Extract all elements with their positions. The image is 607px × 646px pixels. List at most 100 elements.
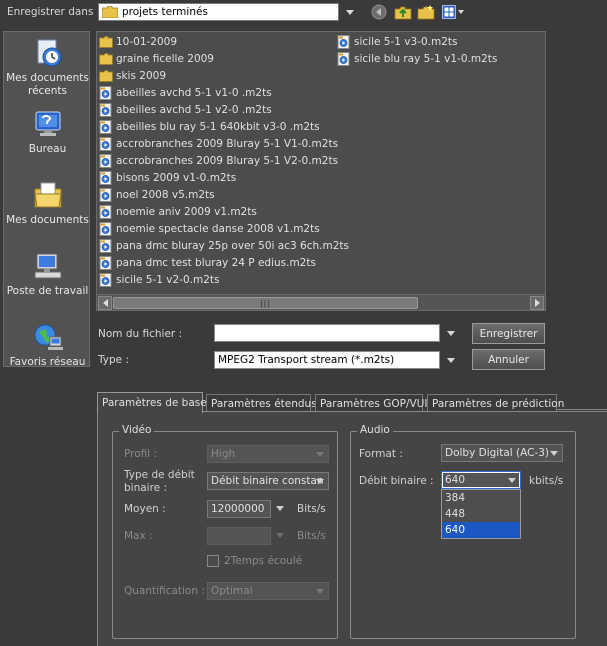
media-file-icon: [99, 103, 112, 117]
type-dropdown-button[interactable]: [442, 351, 460, 369]
cancel-button[interactable]: Annuler: [472, 349, 545, 370]
chevron-right-icon: [534, 299, 540, 307]
tab-extended-settings[interactable]: Paramètres étendus: [206, 394, 317, 412]
grip-icon: |||: [259, 298, 272, 308]
average-dropdown-arrow-icon[interactable]: [276, 506, 284, 511]
folder-item[interactable]: 10-01-2009: [99, 34, 177, 50]
file-item[interactable]: noemie spectacle danse 2008 v1.m2ts: [99, 221, 320, 237]
file-item[interactable]: noel 2008 v5.m2ts: [99, 187, 215, 203]
place-desktop[interactable]: Bureau: [4, 109, 91, 156]
horizontal-scrollbar[interactable]: |||: [97, 294, 545, 310]
quantization-select[interactable]: Optimal: [207, 582, 329, 600]
two-pass-checkbox[interactable]: [207, 555, 219, 567]
file-item[interactable]: pana dmc bluray 25p over 50i ac3 6ch.m2t…: [99, 238, 349, 254]
filename-label: Nom du fichier :: [98, 328, 183, 340]
format-label: Format :: [359, 448, 403, 460]
audio-format-select[interactable]: Dolby Digital (AC-3): [441, 444, 563, 462]
up-folder-button[interactable]: [394, 3, 412, 21]
item-name: accrobranches 2009 Bluray 5-1 V1-0.m2ts: [116, 138, 339, 150]
chevron-down-icon: [316, 452, 324, 457]
chevron-down-icon: [508, 478, 516, 483]
video-group-title: Vidéo: [119, 424, 155, 436]
chevron-down-icon: [346, 9, 354, 15]
tab-prediction-settings[interactable]: Paramètres de prédiction: [427, 394, 564, 412]
scroll-right-button[interactable]: [530, 296, 544, 310]
place-my-computer[interactable]: Poste de travail: [4, 251, 91, 298]
place-my-documents[interactable]: Mes documents: [4, 180, 91, 227]
folder-dropdown-button[interactable]: [341, 3, 359, 21]
audio-bitrate-select[interactable]: 640: [441, 471, 521, 489]
bitrate-option[interactable]: 448: [442, 506, 520, 522]
file-item[interactable]: sicile blu ray 5-1 v1-0.m2ts: [337, 51, 497, 67]
item-name: graine ficelle 2009: [116, 53, 214, 65]
places-bar: Mes documents récents Bureau Mes documen…: [3, 31, 91, 369]
audio-group-title: Audio: [357, 424, 393, 436]
item-name: abeilles avchd 5-1 v1-0 .m2ts: [116, 87, 272, 99]
audio-bitrate-value: 640: [445, 474, 466, 486]
profile-select[interactable]: High: [207, 445, 329, 463]
file-item[interactable]: pana dmc test bluray 24 P edius.m2ts: [99, 255, 316, 271]
place-label: Favoris réseau: [9, 356, 86, 368]
folder-combo[interactable]: projets terminés: [98, 3, 339, 21]
file-item[interactable]: abeilles avchd 5-1 v1-0 .m2ts: [99, 85, 272, 101]
new-folder-button[interactable]: [417, 3, 435, 21]
folder-item[interactable]: skis 2009: [99, 68, 166, 84]
two-pass-label: 2Temps écoulé: [224, 555, 303, 567]
item-name: noel 2008 v5.m2ts: [116, 189, 215, 201]
place-network[interactable]: Favoris réseau: [4, 322, 91, 369]
scroll-left-button[interactable]: [98, 296, 112, 310]
bitrate-option[interactable]: 640: [442, 522, 520, 538]
my-computer-icon: [34, 253, 61, 279]
file-list[interactable]: 10-01-2009 graine ficelle 2009 skis 2009 ab…: [96, 31, 546, 311]
media-file-icon: [337, 52, 350, 66]
tab-basic-settings[interactable]: Paramètres de base: [97, 392, 207, 413]
bitrate-type-select[interactable]: Débit binaire constan: [207, 472, 329, 490]
chevron-down-icon: [316, 589, 324, 594]
type-label: Type :: [98, 354, 129, 366]
media-file-icon: [99, 137, 112, 151]
audio-bitrate-dropdown-list[interactable]: 384 448 640: [441, 489, 521, 539]
item-name: sicile blu ray 5-1 v1-0.m2ts: [354, 53, 498, 65]
max-label: Max :: [124, 530, 153, 542]
settings-panel: Vidéo Profil : High Type de débit binair…: [97, 411, 607, 646]
filename-dropdown-button[interactable]: [442, 324, 460, 342]
average-label: Moyen :: [124, 503, 166, 515]
place-recent-documents[interactable]: Mes documents récents: [4, 38, 91, 98]
file-item[interactable]: bisons 2009 v1-0.m2ts: [99, 170, 236, 186]
chevron-down-icon: [550, 451, 558, 456]
file-item[interactable]: accrobranches 2009 Bluray 5-1 V2-0.m2ts: [99, 153, 338, 169]
average-bitrate-input[interactable]: 12000000: [207, 500, 271, 518]
view-menu-button[interactable]: [441, 3, 465, 21]
media-file-icon: [99, 188, 112, 202]
max-dropdown-arrow-icon[interactable]: [276, 533, 284, 538]
file-item[interactable]: sicile 5-1 v2-0.m2ts: [99, 272, 219, 288]
type-select[interactable]: MPEG2 Transport stream (*.m2ts): [214, 351, 440, 369]
file-item[interactable]: abeilles avchd 5-1 v2-0 .m2ts: [99, 102, 272, 118]
item-name: noemie aniv 2009 v1.m2ts: [116, 206, 257, 218]
filename-input[interactable]: [214, 324, 440, 342]
file-item[interactable]: noemie aniv 2009 v1.m2ts: [99, 204, 257, 220]
place-label: Mes documents récents: [6, 72, 89, 97]
tab-gop-vui-settings[interactable]: Paramètres GOP/VUI: [315, 394, 427, 412]
scroll-thumb[interactable]: |||: [113, 297, 418, 309]
bitrate-option[interactable]: 384: [442, 490, 520, 506]
folder-item[interactable]: graine ficelle 2009: [99, 51, 214, 67]
item-name: noemie spectacle danse 2008 v1.m2ts: [116, 223, 320, 235]
item-name: 10-01-2009: [116, 36, 178, 48]
item-name: skis 2009: [116, 70, 166, 82]
save-button[interactable]: Enregistrer: [472, 323, 545, 344]
back-button[interactable]: [370, 3, 388, 21]
back-arrow-icon: [371, 4, 387, 20]
up-folder-icon: [394, 6, 412, 20]
recent-documents-icon: [37, 39, 61, 67]
media-file-icon: [99, 222, 112, 236]
item-name: sicile 5-1 v3-0.m2ts: [354, 36, 458, 48]
quantization-value: Optimal: [211, 585, 253, 597]
bitrate-type-value: Débit binaire constan: [211, 475, 324, 487]
media-file-icon: [337, 35, 350, 49]
max-bitrate-input[interactable]: [207, 527, 271, 545]
place-label: Mes documents: [6, 214, 89, 226]
file-item[interactable]: sicile 5-1 v3-0.m2ts: [337, 34, 457, 50]
file-item[interactable]: accrobranches 2009 Bluray 5-1 V1-0.m2ts: [99, 136, 338, 152]
file-item[interactable]: abeilles blu ray 5-1 640kbit v3-0 .m2ts: [99, 119, 320, 135]
